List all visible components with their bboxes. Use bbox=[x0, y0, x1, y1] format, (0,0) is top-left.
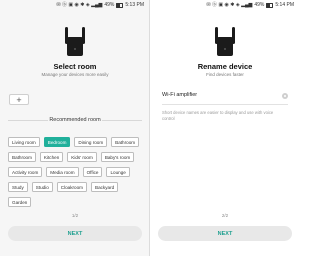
page-subtitle: Manage your devices more easily bbox=[41, 72, 109, 77]
room-chip[interactable]: Kids' room bbox=[67, 152, 97, 162]
clear-icon[interactable] bbox=[282, 93, 288, 99]
room-chip[interactable]: Kitchen bbox=[39, 152, 64, 162]
clock: 5:14 PM bbox=[275, 2, 294, 8]
add-room-button[interactable]: + bbox=[9, 94, 29, 105]
battery-percent: 49% bbox=[104, 2, 115, 8]
status-icons: ✉ ⓑ ▣ ◉ ✱ ◈ ▂▄▆ bbox=[56, 2, 103, 8]
clock: 5:13 PM bbox=[125, 2, 144, 8]
rename-device-screen: ✉ ⓑ ▣ ◉ ✱ ◈ ▂▄▆ 49% 5:14 PM Rename devic… bbox=[150, 0, 300, 256]
status-icons: ✉ ⓑ ▣ ◉ ✱ ◈ ▂▄▆ bbox=[206, 2, 253, 8]
room-chip[interactable]: Dining room bbox=[74, 137, 108, 147]
page-indicator: 1/2 bbox=[71, 213, 79, 218]
room-chip[interactable]: Cloakroom bbox=[56, 182, 87, 192]
room-chip[interactable]: Baby's room bbox=[100, 152, 135, 162]
page-indicator: 2/2 bbox=[221, 213, 229, 218]
room-chip[interactable]: Lounge bbox=[106, 167, 130, 177]
room-chip[interactable]: Bedroom bbox=[43, 137, 71, 147]
room-chip[interactable]: Media room bbox=[46, 167, 79, 177]
room-chip[interactable]: Backyard bbox=[91, 182, 119, 192]
next-button[interactable]: NEXT bbox=[8, 226, 142, 241]
field-underline bbox=[162, 104, 288, 105]
status-bar: ✉ ⓑ ▣ ◉ ✱ ◈ ▂▄▆ 49% 5:13 PM bbox=[56, 1, 144, 9]
room-chip[interactable]: Bathroom bbox=[111, 137, 140, 147]
select-room-screen: ✉ ⓑ ▣ ◉ ✱ ◈ ▂▄▆ 49% 5:13 PM Select room … bbox=[0, 0, 150, 256]
page-title: Select room bbox=[53, 62, 97, 71]
room-chip-list: Living room Bedroom Dining room Bathroom Bat… bbox=[8, 137, 142, 207]
battery-icon bbox=[266, 2, 274, 8]
room-chip[interactable]: Living room bbox=[8, 137, 40, 147]
room-chip[interactable]: Study bbox=[8, 182, 28, 192]
device-name-field[interactable]: Wi-Fi amplifier bbox=[162, 92, 288, 102]
wifi-amplifier-image bbox=[62, 27, 88, 57]
room-chip[interactable]: Bathroom bbox=[8, 152, 36, 162]
room-chip[interactable]: Garden bbox=[8, 197, 32, 207]
room-chip[interactable]: Studio bbox=[31, 182, 53, 192]
next-button[interactable]: NEXT bbox=[158, 226, 292, 241]
status-bar: ✉ ⓑ ▣ ◉ ✱ ◈ ▂▄▆ 49% 5:14 PM bbox=[206, 1, 294, 9]
rename-hint: Short device names are easier to display… bbox=[162, 110, 274, 121]
room-chip[interactable]: Activity room bbox=[8, 167, 43, 177]
device-name-value[interactable]: Wi-Fi amplifier bbox=[162, 92, 197, 98]
page-subtitle: Find devices faster bbox=[206, 72, 244, 77]
recommended-room-heading: Recommended room bbox=[0, 117, 150, 123]
battery-icon bbox=[116, 2, 124, 8]
room-chip[interactable]: Office bbox=[82, 167, 103, 177]
battery-percent: 49% bbox=[254, 2, 265, 8]
page-title: Rename device bbox=[197, 62, 253, 71]
wifi-amplifier-image bbox=[212, 27, 238, 57]
